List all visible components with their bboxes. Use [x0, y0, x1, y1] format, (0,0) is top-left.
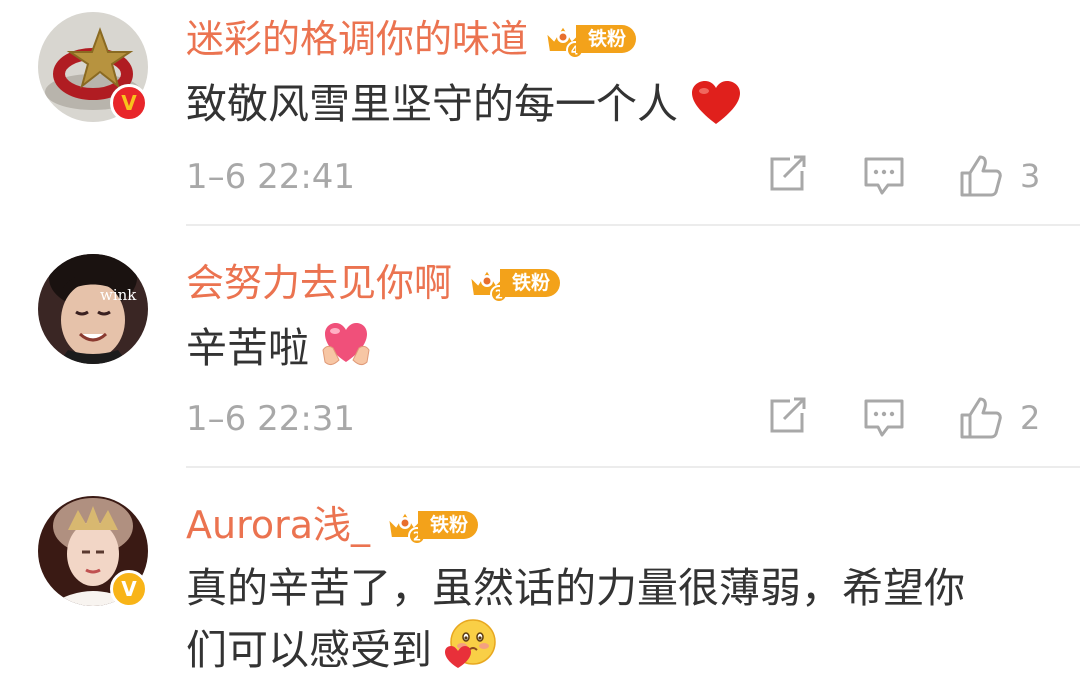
comment-text: 真的辛苦了，虽然话的力量很薄弱，希望你 [186, 556, 965, 620]
repost-button[interactable] [766, 395, 808, 437]
fan-label: 铁粉 [500, 269, 561, 297]
fan-badge: 4 铁粉 [542, 20, 637, 58]
heart-hands-emoji [321, 320, 371, 388]
comment-text-line: 们可以感受到 [186, 626, 432, 674]
verified-badge: V [110, 570, 148, 608]
username[interactable]: Aurora浅_ 2 铁粉 [186, 506, 479, 544]
verified-badge: V [110, 84, 148, 122]
comment-text: 致敬风雪里坚守的每一个人 [186, 72, 742, 144]
fan-badge: 2 铁粉 [384, 506, 479, 544]
avatar[interactable]: wink [38, 254, 148, 364]
username-text[interactable]: 会努力去见你啊 [186, 264, 452, 302]
divider [186, 466, 1080, 468]
comment-icon [864, 399, 904, 437]
comment-icon [864, 157, 904, 195]
comment-text-line: 真的辛苦了，虽然话的力量很薄弱，希望你 [186, 564, 965, 612]
repost-icon [770, 155, 806, 191]
fan-badge: 2 铁粉 [466, 264, 561, 302]
username-text[interactable]: 迷彩的格调你的味道 [186, 20, 528, 58]
comment-text: 们可以感受到 [186, 618, 498, 690]
divider [186, 224, 1080, 226]
like-count: 2 [1020, 399, 1041, 437]
username-text[interactable]: Aurora浅_ [186, 506, 370, 544]
repost-icon [770, 397, 806, 433]
like-button[interactable]: 2 [958, 395, 1040, 441]
red-heart-emoji [690, 80, 742, 144]
comment-actions: 3 [0, 153, 1080, 203]
fan-label: 铁粉 [576, 25, 637, 53]
username[interactable]: 会努力去见你啊 2 铁粉 [186, 264, 561, 302]
like-button[interactable]: 3 [958, 153, 1040, 199]
repost-button[interactable] [766, 153, 808, 195]
comment-button[interactable] [862, 395, 906, 439]
blushing-face-with-heart-emoji [444, 618, 498, 690]
comment-actions: 2 [0, 395, 1080, 445]
comment-button[interactable] [862, 153, 906, 197]
svg-text:wink: wink [100, 286, 137, 304]
username[interactable]: 迷彩的格调你的味道 4 铁粉 [186, 20, 637, 58]
thumbs-up-icon [960, 155, 1002, 197]
thumbs-up-icon [960, 397, 1002, 439]
comment-text: 辛苦啦 [186, 316, 371, 388]
fan-label: 铁粉 [418, 511, 479, 539]
like-count: 3 [1020, 157, 1041, 195]
